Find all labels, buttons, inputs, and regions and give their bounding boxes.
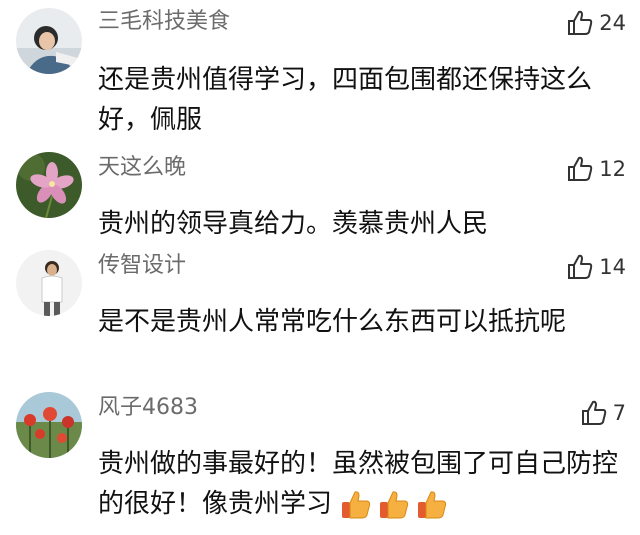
like-count: 14 [599, 255, 626, 279]
username[interactable]: 天这么晚 [98, 154, 186, 182]
emoji-group [340, 489, 448, 521]
like-button[interactable]: 7 [579, 398, 626, 428]
like-button[interactable]: 12 [565, 154, 626, 184]
user-avatar[interactable] [16, 392, 82, 458]
comment-text: 还是贵州值得学习，四面包围都还保持这么好，佩服 [98, 65, 593, 135]
username[interactable]: 三毛科技美食 [98, 8, 230, 36]
thumbs-up-icon [568, 10, 593, 35]
like-count: 12 [599, 157, 626, 181]
man-standing-avatar-icon [16, 250, 82, 316]
username[interactable]: 风子4683 [98, 394, 198, 422]
comment-text: 贵州做的事最好的！虽然被包围了可自己防控的很好！像贵州学习 [98, 444, 618, 524]
user-avatar[interactable] [16, 8, 82, 74]
like-button[interactable]: 24 [565, 8, 626, 38]
username[interactable]: 传智设计 [98, 252, 186, 280]
user-avatar[interactable] [16, 250, 82, 316]
thumbs-up-icon [581, 400, 606, 425]
person-avatar-icon [16, 8, 82, 74]
thumbs-up-emoji-icon [342, 490, 371, 518]
like-count: 7 [612, 401, 626, 425]
thumbs-up-icon [568, 156, 593, 181]
thumbs-up-emoji-icon [380, 490, 409, 518]
like-button[interactable]: 14 [565, 252, 626, 282]
comment-text: 是不是贵州人常常吃什么东西可以抵抗呢 [98, 307, 567, 337]
user-avatar[interactable] [16, 152, 82, 218]
red-flowers-avatar-icon [16, 392, 82, 458]
pink-flower-avatar-icon [16, 152, 82, 218]
like-count: 24 [599, 11, 626, 35]
thumbs-up-emoji-icon [418, 490, 447, 518]
comment-text: 贵州的领导真给力。羡慕贵州人民 [98, 209, 489, 239]
thumbs-up-icon [568, 254, 593, 279]
